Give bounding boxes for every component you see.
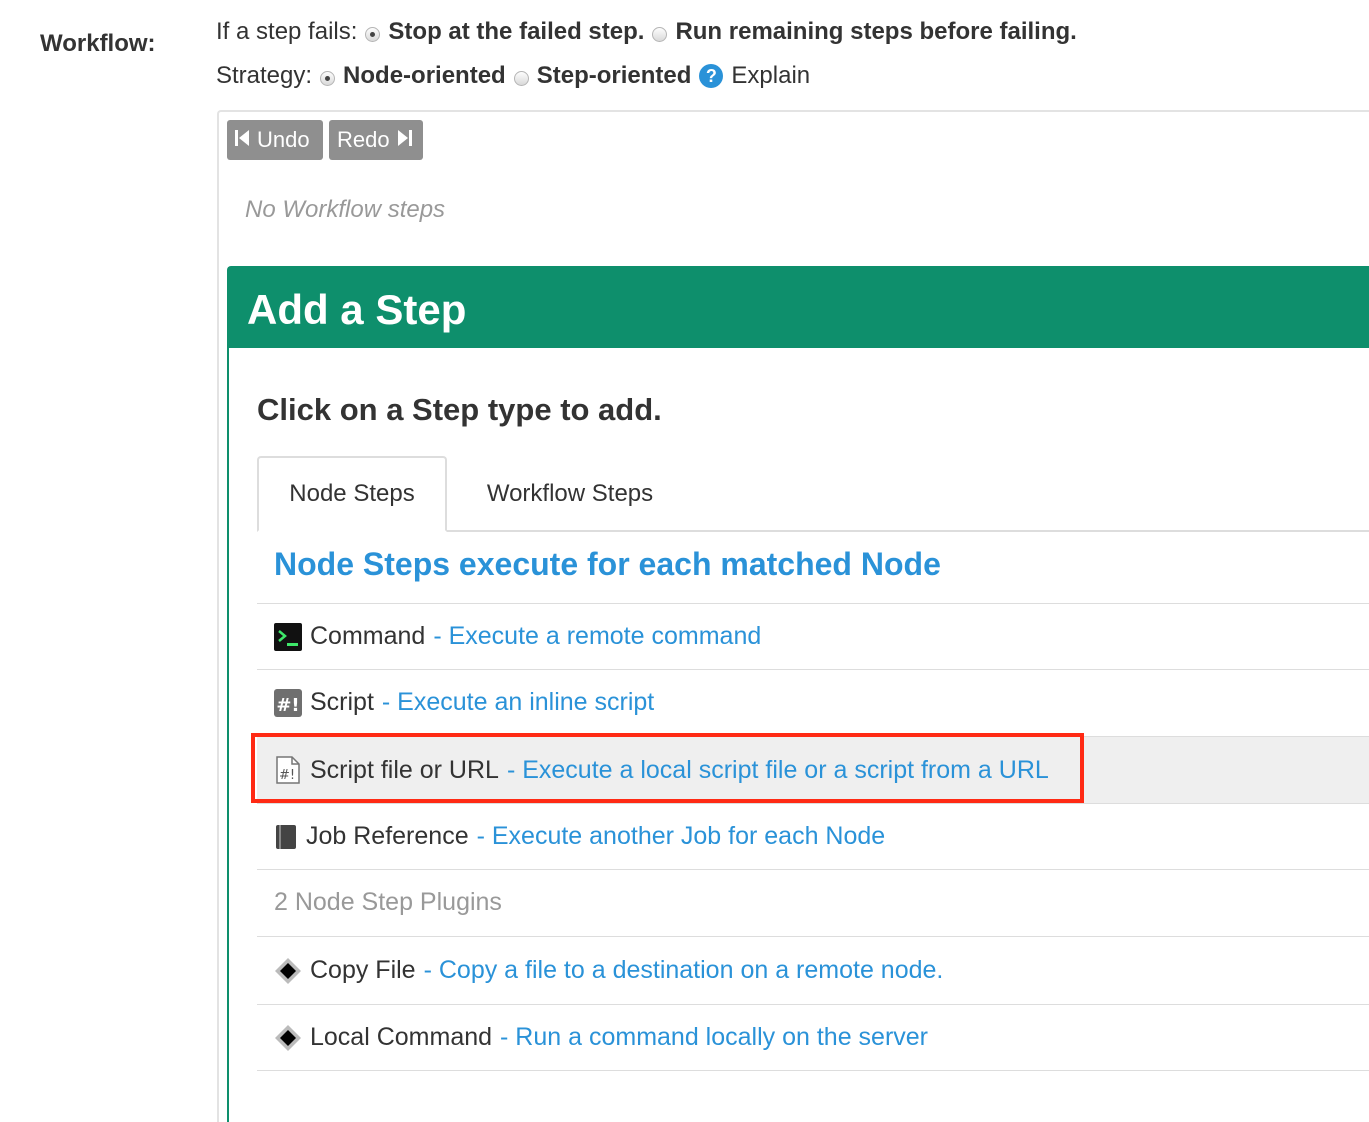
- diamond-icon: [274, 957, 302, 985]
- step-type-job-reference[interactable]: Job Reference - Execute another Job for …: [257, 803, 1369, 869]
- fail-stop-label[interactable]: Stop at the failed step.: [388, 18, 644, 46]
- node-steps-heading: Node Steps execute for each matched Node: [274, 546, 941, 582]
- svg-text:#!: #!: [276, 695, 299, 716]
- explain-link[interactable]: Explain: [731, 62, 810, 90]
- step-name: Command: [310, 622, 426, 650]
- strategy-prefix: Strategy:: [216, 62, 313, 89]
- step-oriented-radio[interactable]: [513, 70, 529, 86]
- redo-label: Redo: [337, 127, 390, 152]
- step-description: - Copy a file to a destination on a remo…: [423, 956, 944, 984]
- fail-continue-label[interactable]: Run remaining steps before failing.: [675, 18, 1076, 46]
- fail-options-row: If a step fails: Stop at the failed step…: [216, 16, 1077, 48]
- skip-back-icon: [235, 129, 249, 152]
- step-type-command[interactable]: Command - Execute a remote command: [257, 603, 1369, 669]
- fail-continue-radio[interactable]: [652, 26, 668, 42]
- tab-node-steps[interactable]: Node Steps: [257, 456, 447, 532]
- step-type-script[interactable]: #! Script - Execute an inline script: [257, 669, 1369, 735]
- undo-button[interactable]: Undo: [227, 120, 323, 160]
- step-name: Local Command: [310, 1023, 493, 1051]
- strategy-row: Strategy: Node-oriented Step-oriented ? …: [216, 60, 810, 92]
- book-icon: [274, 823, 298, 851]
- step-name: Script: [310, 688, 374, 716]
- fail-prefix: If a step fails:: [216, 18, 358, 45]
- redo-button[interactable]: Redo: [329, 120, 423, 160]
- step-oriented-label[interactable]: Step-oriented: [537, 62, 692, 90]
- step-type-local-command[interactable]: Local Command - Run a command locally on…: [257, 1004, 1369, 1070]
- fail-stop-radio[interactable]: [365, 26, 381, 42]
- step-description: - Run a command locally on the server: [500, 1023, 928, 1051]
- highlight-annotation-box: [251, 733, 1084, 803]
- add-step-header: Add a Step: [229, 268, 1369, 348]
- empty-workflow-text: No Workflow steps: [245, 196, 446, 223]
- step-name: Copy File: [310, 956, 416, 984]
- undo-label: Undo: [257, 127, 310, 152]
- tab-workflow-steps[interactable]: Workflow Steps: [460, 456, 680, 532]
- list-end-divider: [257, 1070, 1369, 1071]
- help-icon[interactable]: ?: [699, 64, 724, 88]
- terminal-icon: [274, 622, 302, 651]
- step-name: Job Reference: [306, 822, 469, 850]
- node-oriented-radio[interactable]: [320, 70, 336, 86]
- diamond-icon: [274, 1024, 302, 1052]
- workflow-editor-page: Workflow: If a step fails: Stop at the f…: [0, 0, 1369, 1122]
- add-step-title: Add a Step: [247, 286, 467, 333]
- step-description: - Execute a remote command: [433, 622, 762, 650]
- node-oriented-label[interactable]: Node-oriented: [343, 62, 506, 90]
- node-step-plugins-label: 2 Node Step Plugins: [257, 869, 1369, 935]
- workflow-label: Workflow:: [40, 30, 156, 57]
- script-icon: #!: [274, 688, 302, 717]
- step-description: - Execute another Job for each Node: [476, 822, 886, 850]
- step-description: - Execute an inline script: [381, 688, 655, 716]
- skip-forward-icon: [397, 129, 412, 152]
- step-type-copy-file[interactable]: Copy File - Copy a file to a destination…: [257, 936, 1369, 1004]
- add-step-instruction: Click on a Step type to add.: [257, 392, 662, 427]
